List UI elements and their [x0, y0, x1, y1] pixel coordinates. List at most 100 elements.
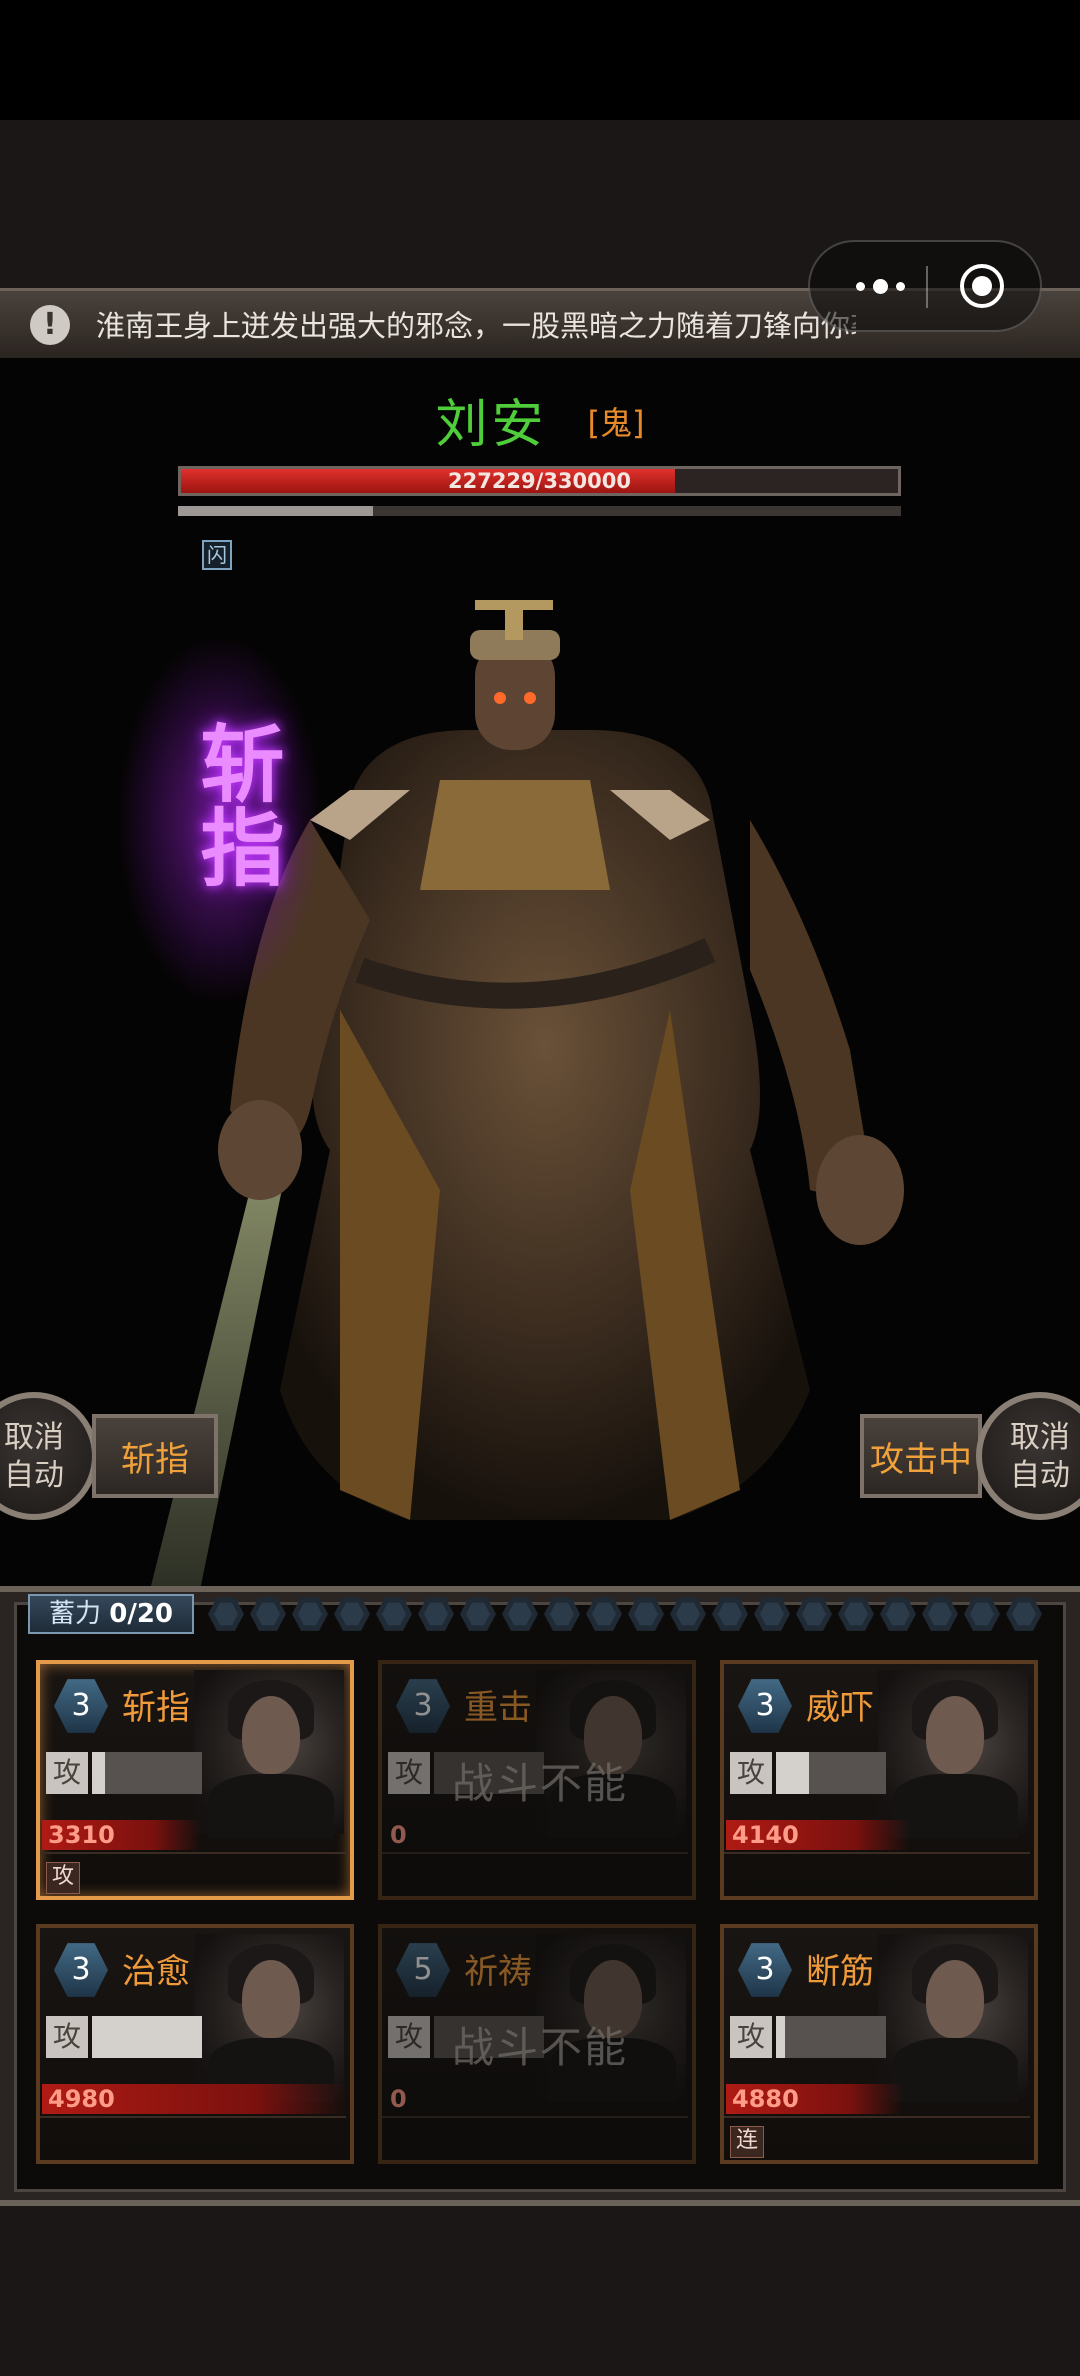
- skill-card[interactable]: 3 重击 攻 战斗不能 0: [378, 1660, 696, 1900]
- power-value: 4980: [48, 2085, 115, 2113]
- charge-gem: [628, 1597, 664, 1631]
- attack-gauge: 攻: [730, 1752, 890, 1794]
- charge-gem: [922, 1597, 958, 1631]
- attack-bar-fill: [776, 1752, 809, 1794]
- charge-gem: [712, 1597, 748, 1631]
- card-skill-name: 威吓: [806, 1688, 874, 1728]
- card-divider: [382, 2116, 688, 2118]
- card-skill-name: 重击: [464, 1688, 532, 1728]
- power-value: 3310: [48, 1821, 115, 1849]
- card-skill-name: 斩指: [122, 1688, 190, 1728]
- card-status-tag: 攻: [46, 1862, 80, 1894]
- character-portrait: [194, 1934, 344, 2102]
- charge-gem: [460, 1597, 496, 1631]
- character-portrait: [878, 1934, 1028, 2102]
- boss-name: 刘安: [435, 395, 548, 455]
- attack-tag: 攻: [46, 2016, 88, 2058]
- skill-card[interactable]: 3 断筋 攻 4880 连: [720, 1924, 1038, 2164]
- attack-bar: [92, 1752, 202, 1794]
- character-portrait: [878, 1670, 1028, 1838]
- attack-bar-fill: [92, 1752, 106, 1794]
- skill-card[interactable]: 5 祈祷 攻 战斗不能 0: [378, 1924, 696, 2164]
- boss-hp-bar: 227229/330000: [178, 466, 901, 496]
- charge-gem: [208, 1597, 244, 1631]
- level-badge: 3: [54, 1679, 108, 1733]
- boss-hp-text: 227229/330000: [447, 469, 631, 493]
- card-skill-name: 断筋: [806, 1952, 874, 1992]
- power-bar: 4880: [726, 2084, 1032, 2114]
- close-miniprogram-icon[interactable]: [960, 264, 1004, 308]
- charge-gem: [418, 1597, 454, 1631]
- card-divider: [40, 1852, 346, 1854]
- power-bar: 0: [384, 1820, 690, 1850]
- charge-gem: [250, 1597, 286, 1631]
- attacking-button[interactable]: 攻击中: [860, 1414, 982, 1498]
- attack-bar: [776, 2016, 886, 2058]
- attack-tag: 攻: [730, 2016, 772, 2058]
- boss-title: 刘安 [鬼]: [0, 382, 1080, 457]
- cannot-fight-text: 战斗不能: [452, 1759, 629, 1808]
- attack-tag: 攻: [388, 2016, 430, 2058]
- status-effect-badge: 闪: [202, 540, 232, 570]
- status-bar: [0, 0, 1080, 120]
- skill-card[interactable]: 3 治愈 攻 4980: [36, 1924, 354, 2164]
- power-bar: 4140: [726, 1820, 1032, 1850]
- charge-gem: [838, 1597, 874, 1631]
- attack-bar: [776, 1752, 886, 1794]
- level-badge: 3: [738, 1679, 792, 1733]
- charge-gem: [1006, 1597, 1042, 1631]
- more-menu-icon[interactable]: [840, 242, 920, 330]
- attack-tag: 攻: [388, 1752, 430, 1794]
- card-skill-name: 祈祷: [464, 1952, 532, 1992]
- cannot-fight-text: 战斗不能: [452, 2023, 629, 2072]
- charge-gem: [292, 1597, 328, 1631]
- capsule-divider: [926, 266, 928, 308]
- power-bar: 3310: [42, 1820, 348, 1850]
- attack-gauge: 攻: [46, 1752, 206, 1794]
- attack-gauge: 攻: [730, 2016, 890, 2058]
- skill-card[interactable]: 3 威吓 攻 4140: [720, 1660, 1038, 1900]
- card-divider: [724, 1852, 1030, 1854]
- level-badge: 3: [54, 1943, 108, 1997]
- charge-gem: [754, 1597, 790, 1631]
- charge-gem: [586, 1597, 622, 1631]
- charge-gem: [670, 1597, 706, 1631]
- character-portrait: [194, 1670, 344, 1838]
- card-divider: [40, 2116, 346, 2118]
- attack-bar: [92, 2016, 202, 2058]
- attack-bar-fill: [92, 2016, 202, 2058]
- charge-gem: [880, 1597, 916, 1631]
- charge-gems: [208, 1596, 1044, 1634]
- card-divider: [382, 1852, 688, 1854]
- attack-tag: 攻: [46, 1752, 88, 1794]
- boss-secondary-fill: [178, 506, 374, 516]
- attack-gauge: 攻: [46, 2016, 206, 2058]
- power-bar: 0: [384, 2084, 690, 2114]
- miniprogram-capsule: [808, 240, 1042, 332]
- charge-gem: [796, 1597, 832, 1631]
- power-value: 0: [390, 2085, 407, 2113]
- boss-secondary-bar: [178, 506, 901, 516]
- level-badge: 3: [738, 1943, 792, 1997]
- boss-type-tag: [鬼]: [587, 404, 645, 442]
- skill-effect-text: 斩指: [187, 720, 285, 888]
- bottom-band: [0, 2206, 1080, 2376]
- charge-title: 蓄力: [48, 1599, 101, 1629]
- charge-gem: [964, 1597, 1000, 1631]
- notice-text: 淮南王身上迸发出强大的邪念，一股黑暗之力随着刀锋向你袭来: [96, 309, 856, 343]
- warning-icon: !: [30, 305, 70, 345]
- attack-tag: 攻: [730, 1752, 772, 1794]
- level-badge: 3: [396, 1679, 450, 1733]
- charge-gem: [544, 1597, 580, 1631]
- power-bar: 4980: [42, 2084, 348, 2114]
- charge-gem: [376, 1597, 412, 1631]
- power-value: 0: [390, 1821, 407, 1849]
- charge-gem: [502, 1597, 538, 1631]
- charge-value: 0/20: [109, 1599, 174, 1629]
- level-badge: 5: [396, 1943, 450, 1997]
- power-value: 4140: [732, 1821, 799, 1849]
- skill-card[interactable]: 3 斩指 攻 3310 攻: [36, 1660, 354, 1900]
- skill-button-left[interactable]: 斩指: [92, 1414, 218, 1498]
- charge-gem: [334, 1597, 370, 1631]
- attack-bar-fill: [776, 2016, 785, 2058]
